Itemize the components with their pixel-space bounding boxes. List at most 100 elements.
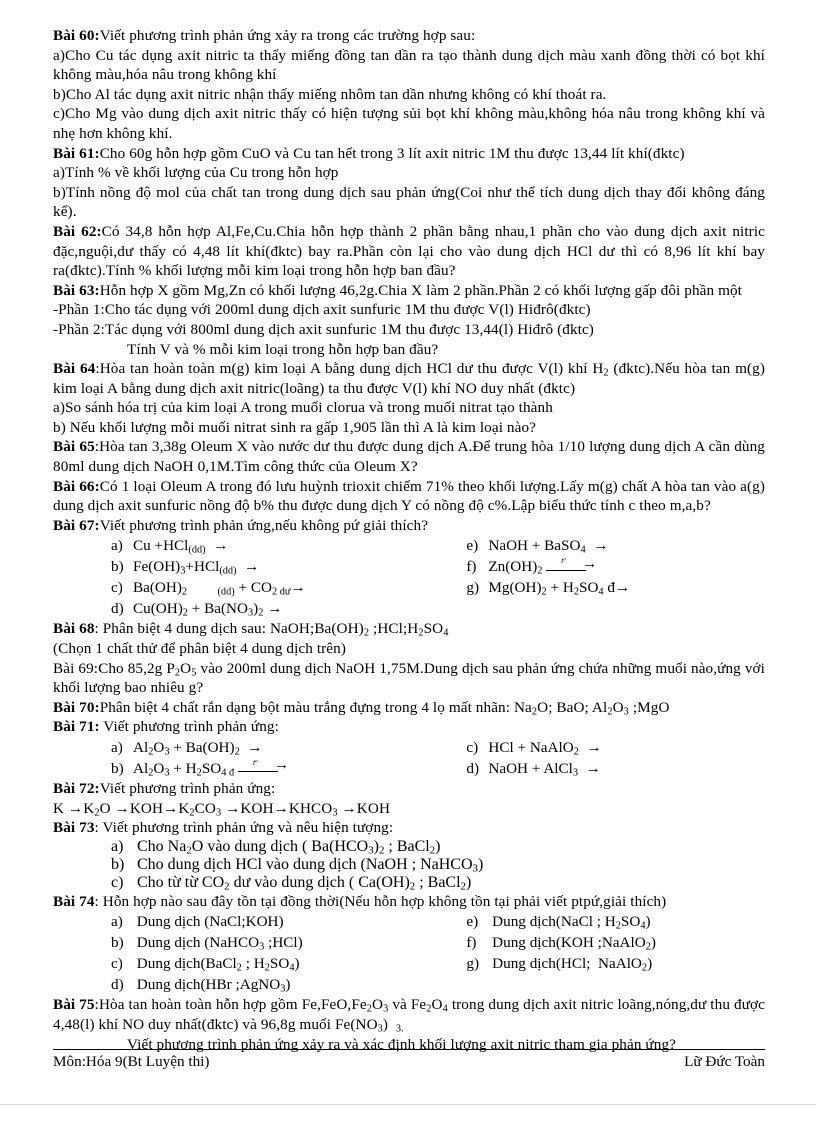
exercise-b73-label: Bài 73 [53,819,95,837]
exercise-b64-label: Bài 64 [53,360,96,378]
subscript-3: 3 [247,608,254,620]
subscript-3: 3 [180,566,186,578]
subscript-4: 4 [598,587,604,599]
exercise-b60-intro-text: Viết phương trình phản ứng xảy ra trong … [99,27,476,44]
subscript-2: 2 [181,587,188,599]
exercise-b67-intro: Bài 67:Viết phương trình phản ứng,nếu kh… [53,516,765,536]
equation-b67-f: f) Zn(OH)2 to → [466,555,598,578]
exercise-b65-label: Bài 65 [53,438,95,456]
exercise-b70: Bài 70:Phân biệt 4 chất rắn dạng bột màu… [53,698,765,718]
exercise-b73-list: a) Cho Na2O vào dung dịch ( Ba(HCO3)2 ; … [53,838,765,892]
exercise-b62-label: Bài 62: [53,222,102,240]
exercise-b74-intro: Bài 74: Hỗn hợp nào sau đây tồn tại đồng… [53,892,765,912]
equation-b71-b-tag: b) [111,760,124,777]
exercise-b71-equations: a) Al2O3 + Ba(OH)2 → b) Al2O3 + H2SO4 đ to… [53,737,765,779]
subscript-2: 2 [196,767,202,779]
exercise-b63-label: Bài 63: [53,281,100,299]
document-page: Bài 60:Viết phương trình phản ứng xảy ra… [0,0,816,1123]
exercise-b66-label: Bài 66: [53,477,100,495]
subscript-2: 2 [541,587,547,599]
option-b74-e: e) Dung dịch(NaCl ; H2SO4) [466,913,651,932]
exercise-b72-intro-text: Viết phương trình phản ứng: [99,780,276,797]
equation-b67-g: g) Mg(OH)2 + H2SO4 đ→ [466,579,631,599]
option-b74-c-tag: c) [111,955,123,973]
exercise-b73-intro-text: : Viết phương trình phản ứng và nêu hiện… [94,819,394,837]
option-b74-b: b) Dung dịch (NaHCO3 ;HCl) [111,934,303,953]
exercise-b71-label: Bài 71: [53,718,100,736]
page-bottom-divider [0,1104,816,1105]
exercise-b70-label: Bài 70: [53,698,100,716]
equation-b71-c: c) HCl + NaAlO2 → [466,739,602,758]
equation-b67-b: b) Fe(OH)3+HCl(dd) → [111,558,260,578]
option-b74-c: c) Dung dịch(BaCl2 ; H2SO4) [111,955,300,974]
exercise-b66: Bài 66:Có 1 loại Oleum A trong đó lưu hu… [53,477,765,516]
exercise-b73-intro: Bài 73: Viết phương trình phản ứng và nê… [53,818,765,838]
exercise-b69: Bài 69:Cho 85,2g P2O5 vào 200ml dung dịc… [53,659,765,698]
subscript-dd: (dd) [219,566,237,578]
exercise-b67-equations: a) Cu +HCl(dd) → b) Fe(OH)3+HCl(dd) → c) Ba… [53,535,765,619]
subscript-2: 2 [234,746,240,758]
exercise-b68: Bài 68: Phân biệt 4 dung dịch sau: NaOH;… [53,619,765,639]
exercise-b75: Bài 75:Hòa tan hoàn toàn hỗn hợp gồm Fe,… [53,995,765,1034]
exercise-b69-label: Bài 69: [53,659,99,677]
exercise-b64-b: b) Nếu khối lượng mỗi muối nitrat sinh r… [53,418,536,436]
exercise-b71-right-column: c) HCl + NaAlO2 → d) NaOH + AlCl3 → [430,737,765,779]
option-b74-d: d) Dung dịch(HBr ;AgNO3) [111,976,291,995]
exercise-b67-intro-text: Viết phương trình phản ứng,nếu không pứ … [99,516,429,534]
subscript-2: 2 [258,608,264,620]
equation-b73-c-tag: c) [111,873,124,891]
exercise-b64: Bài 64:Hòa tan hoàn toàn m(g) kim loại A… [53,359,765,398]
equation-b73-a: a) Cho Na2O vào dung dịch ( Ba(HCO3)2 ; … [111,837,441,857]
exercise-b68-label: Bài 68 [53,620,95,638]
exercise-b60-b: b)Cho Al tác dụng axit nitric nhận thấy … [53,85,607,103]
exercise-b72-intro: Bài 72:Viết phương trình phản ứng: [53,779,765,799]
subscript-dd: (dd) [188,545,206,557]
exercise-b68-text: : Phân biệt 4 dung dịch sau: NaOH;Ba(OH)… [94,620,449,640]
exercise-b74-intro-text: : Hỗn hợp nào sau đây tồn tại đồng thời(… [94,892,667,910]
exercise-b60-a: a)Cho Cu tác dụng axit nitric ta thấy mi… [53,46,765,84]
equation-b71-d: d) NaOH + AlCl3 → [466,760,601,779]
exercise-b68-note: (Chọn 1 chất thử để phân biệt 4 dung dịc… [53,640,346,658]
option-b74-f: f) Dung dịch(KOH ;NaAlO2) [466,934,656,953]
equation-b67-e: e) NaOH + BaSO4 → [466,537,609,557]
temperature-arrow-icon: to → [237,757,289,777]
equation-b71-a-tag: a) [111,739,123,756]
equation-b71-c-tag: c) [466,739,479,756]
exercise-b74-left-column: a) Dung dịch (NaCl;KOH) b) Dung dịch (Na… [53,911,430,995]
exercise-b67-label: Bài 67: [53,516,100,534]
equation-b73-b: b) Cho dung dịch HCl vào dung dịch (NaOH… [111,855,484,875]
subscript-3: 3 [164,767,170,779]
exercise-b67-right-column: e) NaOH + BaSO4 → f) Zn(OH)2 to → g) Mg(OH)2… [430,535,765,619]
subscript-2: 2 [148,767,154,779]
subscript-2: 2 [148,746,154,758]
subscript-dd: (dd) [217,587,235,599]
exercise-b62: Bài 62:Có 34,8 hỗn hợp Al,Fe,Cu.Chia hỗn… [53,222,765,281]
equation-b73-c: c) Cho từ từ CO2 dư vào dung dịch ( Ca(O… [111,873,472,893]
equation-b67-d: d) Cu(OH)2 + Ba(NO3)2 → [111,600,283,620]
exercise-b72-label: Bài 72: [53,780,100,797]
exercise-b61-intro-text: Cho 60g hỗn hợp gồm CuO và Cu tan hết tr… [99,144,685,162]
exercise-b72-chain: K →K2O →KOH→K2CO3 →KOH→KHCO3 →KOH [53,799,391,819]
equation-b71-b: b) Al2O3 + H2SO4 đ to → [111,757,289,779]
exercise-b71-intro-text: Viết phương trình phản ứng: [99,718,279,736]
equation-b71-a: a) Al2O3 + Ba(OH)2 → [111,739,263,758]
equation-b67-e-tag: e) [466,537,479,555]
equation-b67-g-tag: g) [466,579,480,597]
option-b74-a: a) Dung dịch (NaCl;KOH) [111,913,284,931]
subscript-4-d: 4 đ [221,767,235,779]
exercise-b75-text: :Hòa tan hoàn toàn hỗn hợp gồm Fe,FeO,Fe… [53,996,766,1035]
exercise-b71-left-column: a) Al2O3 + Ba(OH)2 → b) Al2O3 + H2SO4 đ to… [53,737,430,779]
exercise-b69-text: Cho 85,2g P2O5 vào 200ml dung dịch NaOH … [53,659,765,697]
exercise-b61-intro: Bài 61:Cho 60g hỗn hợp gồm CuO và Cu tan… [53,144,765,164]
page-footer: Môn:Hóa 9(Bt Luyện thi) Lữ Đức Toàn [53,1052,765,1071]
subscript-2: 2 [537,566,543,578]
footer-subject: Môn:Hóa 9(Bt Luyện thi) [53,1053,210,1070]
equation-b67-f-tag: f) [466,558,477,576]
exercise-b61-b: b)Tính nồng độ mol của chất tan trong du… [53,183,765,221]
subscript-2: 2 [182,608,188,620]
subscript-2-du: 2 dư [271,587,291,599]
option-b74-a-tag: a) [111,913,123,931]
exercise-b70-text: Phân biệt 4 chất rắn dạng bột màu trắng … [99,698,670,718]
exercise-b61-label: Bài 61: [53,144,100,162]
exercise-b67-left-column: a) Cu +HCl(dd) → b) Fe(OH)3+HCl(dd) → c) Ba… [53,535,430,619]
